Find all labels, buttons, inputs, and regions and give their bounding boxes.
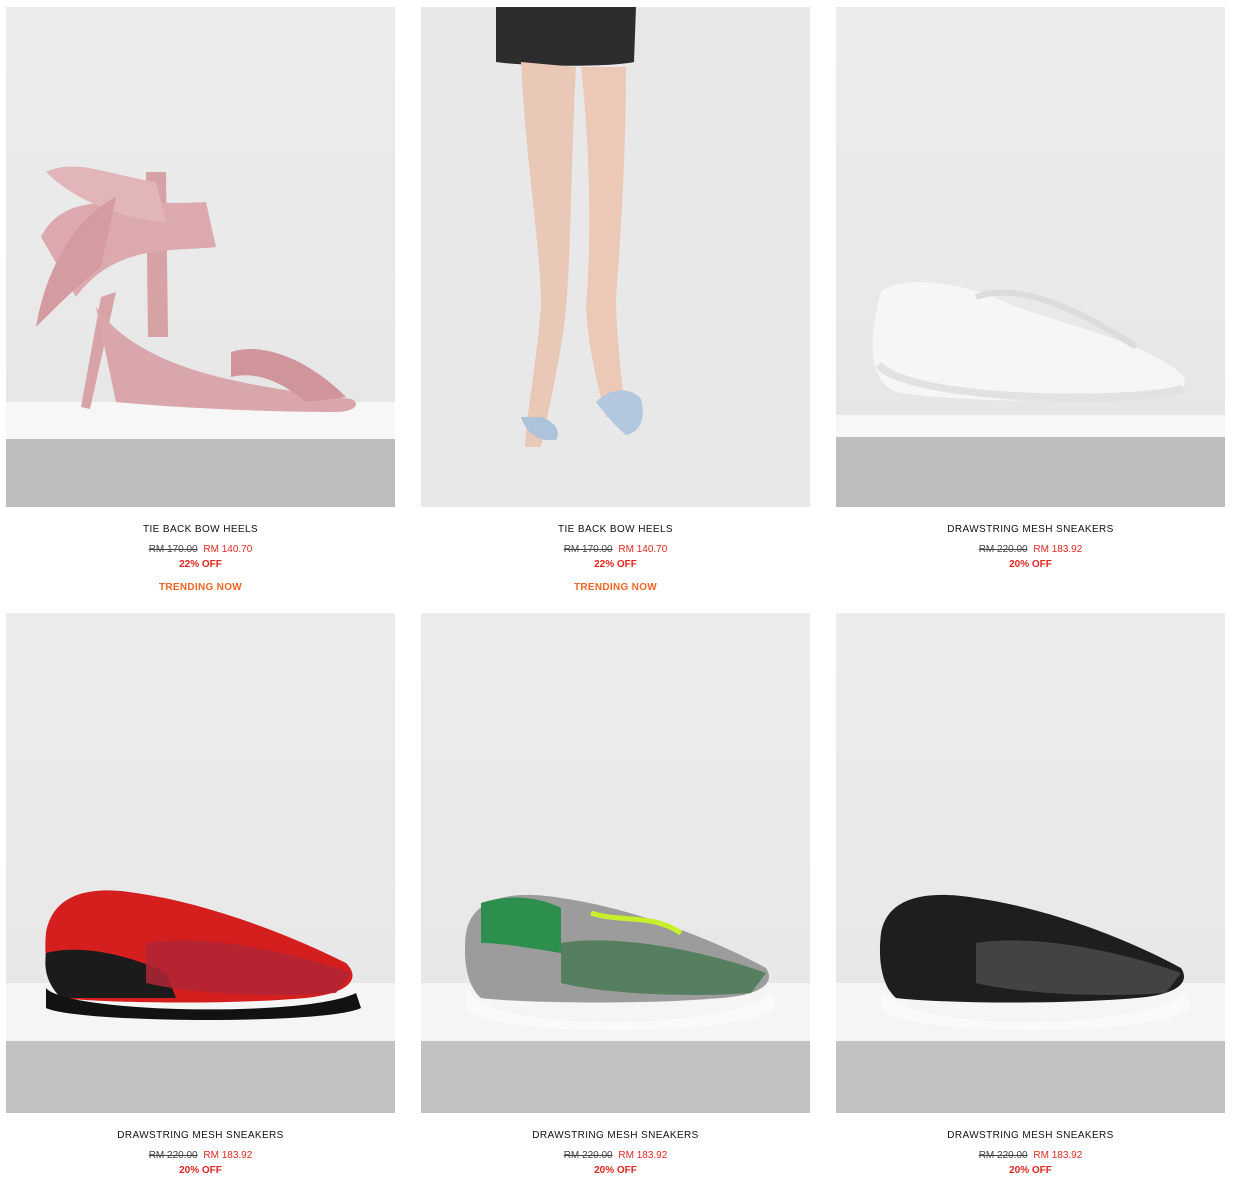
product-name[interactable]: TIE BACK BOW HEELS [421, 523, 810, 536]
product-price: RM 220.00 RM 183.92 [421, 1149, 810, 1162]
red-leopard-sneaker-image [6, 890, 395, 1113]
product-name[interactable]: DRAWSTRING MESH SNEAKERS [6, 1129, 395, 1142]
product-card[interactable]: DRAWSTRING MESH SNEAKERS RM 220.00 RM 18… [421, 613, 810, 1177]
product-name[interactable]: DRAWSTRING MESH SNEAKERS [836, 523, 1225, 536]
discount-badge: 20% OFF [594, 1165, 637, 1176]
product-card[interactable]: TIE BACK BOW HEELS RM 170.00 RM 140.70 2… [6, 7, 395, 594]
product-card[interactable]: DRAWSTRING MESH SNEAKERS RM 220.00 RM 18… [836, 7, 1225, 571]
product-price: RM 170.00 RM 140.70 [6, 543, 395, 556]
sale-price: RM 183.92 [1033, 1150, 1083, 1161]
original-price: RM 220.00 [148, 1150, 198, 1161]
sale-price: RM 183.92 [203, 1150, 253, 1161]
product-image[interactable] [836, 7, 1225, 507]
product-card[interactable]: DRAWSTRING MESH SNEAKERS RM 220.00 RM 18… [6, 613, 395, 1177]
product-card[interactable]: DRAWSTRING MESH SNEAKERS RM 220.00 RM 18… [836, 613, 1225, 1177]
product-price: RM 220.00 RM 183.92 [6, 1149, 395, 1162]
blue-bow-heel-on-model-image [421, 7, 810, 507]
product-image[interactable] [421, 7, 810, 507]
green-leopard-sneaker-image [421, 894, 810, 1113]
sale-price: RM 140.70 [203, 544, 253, 555]
product-price: RM 220.00 RM 183.92 [836, 543, 1225, 556]
product-image[interactable] [421, 613, 810, 1113]
original-price: RM 220.00 [978, 544, 1028, 555]
discount-badge: 20% OFF [179, 1165, 222, 1176]
original-price: RM 220.00 [563, 1150, 613, 1161]
original-price: RM 170.00 [148, 544, 198, 555]
discount-badge: 22% OFF [594, 559, 637, 570]
product-price: RM 220.00 RM 183.92 [836, 1149, 1225, 1162]
trending-tag: TRENDING NOW [573, 582, 658, 593]
discount-badge: 20% OFF [1009, 1165, 1052, 1176]
product-card[interactable]: TIE BACK BOW HEELS RM 170.00 RM 140.70 2… [421, 7, 810, 594]
trending-tag: TRENDING NOW [158, 582, 243, 593]
product-image[interactable] [6, 613, 395, 1113]
product-price: RM 170.00 RM 140.70 [421, 543, 810, 556]
discount-badge: 20% OFF [1009, 559, 1052, 570]
pink-bow-heel-image [6, 166, 395, 507]
product-name[interactable]: DRAWSTRING MESH SNEAKERS [421, 1129, 810, 1142]
product-name[interactable]: TIE BACK BOW HEELS [6, 523, 395, 536]
sale-price: RM 183.92 [1033, 544, 1083, 555]
white-mesh-sneaker-image [836, 282, 1225, 507]
black-leopard-sneaker-image [836, 894, 1225, 1113]
product-image[interactable] [836, 613, 1225, 1113]
product-image[interactable] [6, 7, 395, 507]
product-name[interactable]: DRAWSTRING MESH SNEAKERS [836, 1129, 1225, 1142]
original-price: RM 220.00 [978, 1150, 1028, 1161]
discount-badge: 22% OFF [179, 559, 222, 570]
original-price: RM 170.00 [563, 544, 613, 555]
sale-price: RM 183.92 [618, 1150, 668, 1161]
sale-price: RM 140.70 [618, 544, 668, 555]
